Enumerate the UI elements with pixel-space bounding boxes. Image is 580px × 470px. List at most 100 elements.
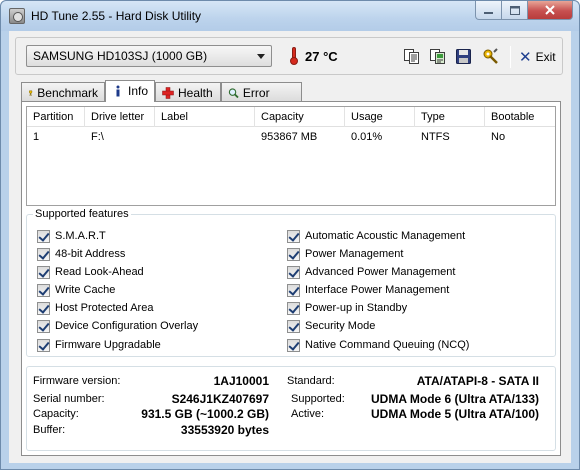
cell-type: NTFS xyxy=(421,131,450,143)
info-panel: Partition Drive letter Label Capacity Us… xyxy=(21,101,561,456)
feature-acoustic-management: Automatic Acoustic Management xyxy=(287,229,465,243)
maximize-button[interactable] xyxy=(502,1,528,20)
hdtune-app-icon[interactable] xyxy=(9,8,25,24)
feature-advanced-power-management: Advanced Power Management xyxy=(287,265,455,279)
close-button[interactable] xyxy=(528,1,573,20)
feature-smart: S.M.A.R.T xyxy=(37,229,106,243)
save-icon[interactable] xyxy=(455,48,472,65)
maximize-icon xyxy=(509,5,520,15)
cell-bootable: No xyxy=(491,131,506,143)
feature-ncq: Native Command Queuing (NCQ) xyxy=(287,338,469,352)
buffer-label: Buffer: xyxy=(33,424,66,436)
capacity-value: 931.5 GB (~1000.2 GB) xyxy=(141,407,269,421)
feature-label: 48-bit Address xyxy=(55,248,126,260)
info-icon xyxy=(116,85,120,97)
feature-checkbox xyxy=(37,247,50,261)
supported-features-group: Supported features S.M.A.R.T 48-bit Addr… xyxy=(26,208,556,357)
column-header-bootable[interactable]: Bootable xyxy=(485,107,555,127)
tab-error-scan[interactable]: Error Scan xyxy=(221,82,302,114)
toolbar: SAMSUNG HD103SJ (1000 GB) 27 °C ✕ Exit xyxy=(15,37,563,75)
minimize-icon xyxy=(484,11,493,14)
tab-info[interactable]: Info xyxy=(105,80,155,102)
drive-details-group: Firmware version: 1AJ10001 Serial number… xyxy=(26,366,556,451)
magnifier-icon xyxy=(228,88,239,99)
minimize-button[interactable] xyxy=(475,1,502,20)
options-icon[interactable] xyxy=(482,48,499,65)
feature-checkbox xyxy=(287,283,300,297)
cell-drive-letter: F:\ xyxy=(91,131,104,143)
column-header-label[interactable]: Label xyxy=(155,107,255,127)
feature-label: Read Look-Ahead xyxy=(55,266,144,278)
drive-select[interactable]: SAMSUNG HD103SJ (1000 GB) xyxy=(26,45,272,67)
health-icon xyxy=(162,87,174,99)
feature-label: S.M.A.R.T xyxy=(55,230,106,242)
feature-checkbox xyxy=(37,301,50,315)
tab-health-label: Health xyxy=(178,86,213,100)
active-label: Active: xyxy=(291,408,325,420)
feature-label: Interface Power Management xyxy=(305,284,450,296)
column-header-usage[interactable]: Usage xyxy=(345,107,415,127)
feature-label: Power Management xyxy=(305,248,404,260)
exit-button[interactable]: ✕ Exit xyxy=(519,48,556,66)
firmware-value: 1AJ10001 xyxy=(213,374,269,388)
column-header-capacity[interactable]: Capacity xyxy=(255,107,345,127)
feature-checkbox xyxy=(37,338,50,352)
feature-firmware-upgradable: Firmware Upgradable xyxy=(37,338,161,352)
feature-device-config-overlay: Device Configuration Overlay xyxy=(37,319,198,333)
feature-label: Automatic Acoustic Management xyxy=(305,230,466,242)
buffer-value: 33553920 bytes xyxy=(180,423,269,437)
feature-checkbox xyxy=(37,229,50,243)
thermometer-icon xyxy=(290,47,298,65)
feature-label: Security Mode xyxy=(305,320,376,332)
partition-table[interactable]: Partition Drive letter Label Capacity Us… xyxy=(26,106,556,206)
supported-features-title: Supported features xyxy=(33,208,131,220)
supported-label: Supported: xyxy=(291,393,345,405)
feature-write-cache: Write Cache xyxy=(37,283,115,297)
toolbar-separator xyxy=(510,46,511,68)
feature-checkbox xyxy=(37,319,50,333)
feature-read-look-ahead: Read Look-Ahead xyxy=(37,265,144,279)
cell-partition: 1 xyxy=(33,131,40,143)
column-header-partition[interactable]: Partition xyxy=(27,107,85,127)
tab-benchmark-label: Benchmark xyxy=(37,86,98,100)
feature-checkbox xyxy=(287,319,300,333)
copy-screenshot-icon[interactable] xyxy=(429,48,446,65)
copy-text-icon[interactable] xyxy=(403,48,420,65)
title-bar[interactable]: HD Tune 2.55 - Hard Disk Utility xyxy=(1,1,579,31)
temperature-readout: 27 °C xyxy=(305,49,338,64)
tab-info-label: Info xyxy=(127,84,148,98)
feature-interface-power-management: Interface Power Management xyxy=(287,283,449,297)
tab-health[interactable]: Health xyxy=(155,82,221,101)
exit-label: Exit xyxy=(535,50,556,64)
cell-capacity: 953867 MB xyxy=(261,131,318,143)
window-title: HD Tune 2.55 - Hard Disk Utility xyxy=(31,9,202,23)
app-window: HD Tune 2.55 - Hard Disk Utility SAMSUNG… xyxy=(0,0,580,470)
feature-label: Host Protected Area xyxy=(55,302,154,314)
feature-checkbox xyxy=(287,301,300,315)
feature-checkbox xyxy=(37,265,50,279)
feature-checkbox xyxy=(287,247,300,261)
exit-icon: ✕ xyxy=(519,48,532,66)
serial-label: Serial number: xyxy=(33,393,105,405)
column-header-drive-letter[interactable]: Drive letter xyxy=(85,107,155,127)
column-header-type[interactable]: Type xyxy=(415,107,485,127)
cell-usage: 0.01% xyxy=(351,131,383,143)
tab-benchmark[interactable]: Benchmark xyxy=(21,82,105,101)
feature-checkbox xyxy=(37,283,50,297)
standard-value: ATA/ATAPI-8 - SATA II xyxy=(416,374,539,388)
feature-label: Native Command Queuing (NCQ) xyxy=(305,339,470,351)
serial-value: S246J1KZ407697 xyxy=(171,392,269,406)
feature-48bit-address: 48-bit Address xyxy=(37,247,125,261)
feature-checkbox xyxy=(287,338,300,352)
standard-label: Standard: xyxy=(287,375,335,387)
feature-label: Device Configuration Overlay xyxy=(55,320,199,332)
feature-checkbox xyxy=(287,229,300,243)
active-value: UDMA Mode 5 (Ultra ATA/100) xyxy=(370,407,539,421)
drive-select-value: SAMSUNG HD103SJ (1000 GB) xyxy=(33,49,208,63)
benchmark-icon xyxy=(29,90,33,96)
supported-value: UDMA Mode 6 (Ultra ATA/133) xyxy=(370,392,539,406)
feature-power-management: Power Management xyxy=(287,247,403,261)
caption-buttons xyxy=(475,1,573,21)
firmware-label: Firmware version: xyxy=(33,375,121,387)
feature-security-mode: Security Mode xyxy=(287,319,375,333)
